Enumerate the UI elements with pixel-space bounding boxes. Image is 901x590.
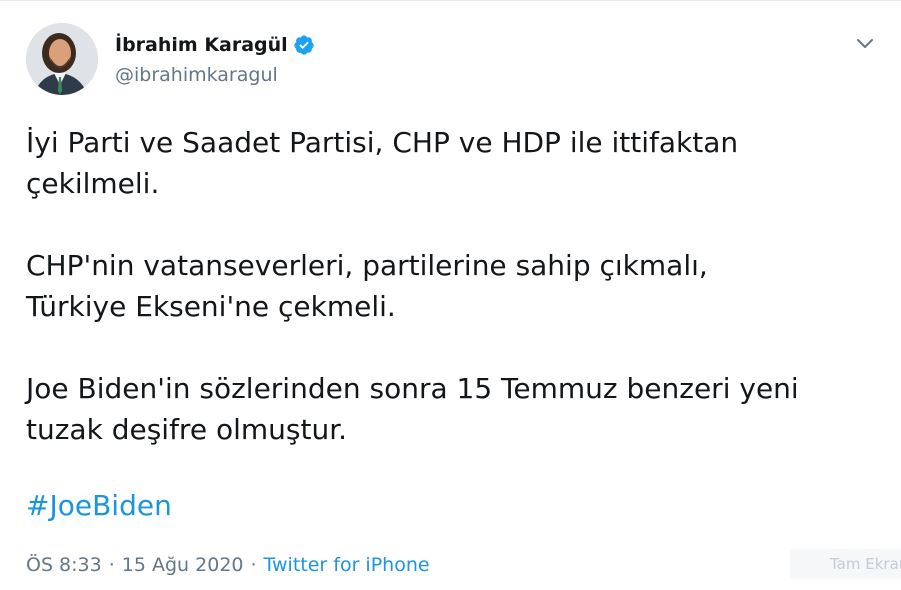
tweet-time[interactable]: ÖS 8:33 bbox=[26, 552, 102, 578]
tweet-source-link[interactable]: Twitter for iPhone bbox=[264, 552, 430, 578]
fullscreen-button[interactable]: Tam Ekran bbox=[790, 549, 901, 579]
hashtag-link[interactable]: #JoeBiden bbox=[26, 485, 172, 526]
tweet-text: İyi Parti ve Saadet Partisi, CHP ve HDP … bbox=[26, 126, 799, 446]
author-name-row[interactable]: İbrahim Karagül bbox=[115, 33, 315, 57]
chevron-down-icon[interactable] bbox=[852, 33, 878, 55]
verified-badge-icon bbox=[294, 35, 314, 55]
meta-separator: · bbox=[108, 554, 115, 576]
author-display-name[interactable]: İbrahim Karagül bbox=[115, 33, 288, 57]
tweet-date[interactable]: 15 Ağu 2020 bbox=[122, 552, 244, 578]
avatar[interactable] bbox=[26, 23, 98, 95]
tweet-meta: ÖS 8:33 · 15 Ağu 2020 · Twitter for iPho… bbox=[26, 552, 430, 578]
meta-separator: · bbox=[250, 554, 257, 576]
tweet-card: İbrahim Karagül @ibrahimkaragul İyi Part… bbox=[0, 0, 901, 590]
author-handle[interactable]: @ibrahimkaragul bbox=[115, 63, 278, 87]
